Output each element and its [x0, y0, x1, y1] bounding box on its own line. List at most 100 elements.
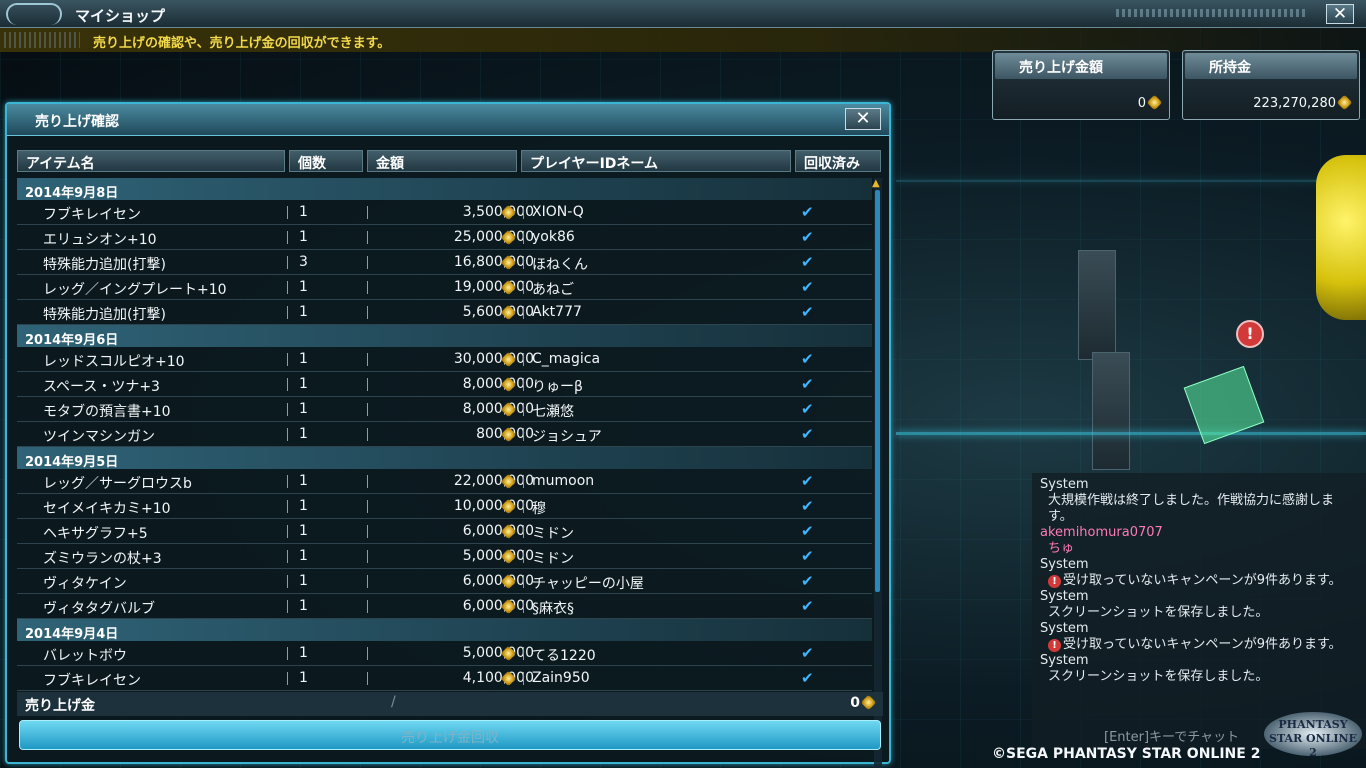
column-separator	[367, 256, 368, 269]
column-separator	[367, 475, 368, 488]
table-row[interactable]: ヴィタタグバルブ 1 6,000,000 §麻衣§ ✔	[17, 594, 872, 619]
item-name: セイメイキカミ+10	[43, 501, 171, 517]
column-separator	[367, 353, 368, 366]
checkmark-icon: ✔	[801, 203, 814, 221]
column-header-item[interactable]: アイテム名	[17, 150, 285, 172]
item-name: レッドスコルピオ+10	[43, 354, 185, 370]
item-qty: 1	[299, 573, 308, 589]
window-title: マイショップ	[75, 7, 166, 25]
sales-confirmation-panel: 売り上げ確認 ✕ アイテム名 個数 金額 プレイヤーIDネーム 回収済み 201…	[5, 102, 891, 768]
chat-message-text: スクリーンショットを保存しました。	[1048, 605, 1269, 620]
info-bar-decoration	[4, 32, 80, 48]
player-id-name: 穆	[532, 501, 546, 517]
background-pillar	[1078, 250, 1116, 360]
table-row[interactable]: フブキレイセン 1 3,500,000 XION-Q ✔	[17, 200, 872, 225]
checkmark-icon: ✔	[801, 597, 814, 615]
table-row[interactable]: エリュシオン+10 1 25,000,000 yok86 ✔	[17, 225, 872, 250]
item-name: 特殊能力追加(打撃)	[43, 257, 166, 273]
item-qty: 1	[299, 204, 308, 220]
table-row[interactable]: 特殊能力追加(打撃) 3 16,800,000 ほねくん ✔	[17, 250, 872, 275]
item-qty: 1	[299, 376, 308, 392]
player-id-name: C_magica	[532, 351, 601, 367]
table-row[interactable]: レッグ／イングプレート+10 1 19,000,000 あねご ✔	[17, 275, 872, 300]
item-qty: 3	[299, 254, 308, 270]
list-scrollbar[interactable]: ▲ ▼	[872, 178, 882, 768]
column-separator	[523, 353, 524, 366]
column-separator	[287, 672, 288, 685]
background-pillar	[1092, 352, 1130, 470]
chat-message: 大規模作戦は終了しました。作戦協力に感謝します。	[1040, 493, 1358, 525]
player-id-name: §麻衣§	[532, 601, 574, 617]
item-name: スペース・ツナ+3	[43, 379, 160, 395]
date-group-header: 2014年9月5日	[17, 447, 872, 470]
checkmark-icon: ✔	[801, 522, 814, 540]
item-name: 特殊能力追加(打撃)	[43, 307, 166, 323]
column-separator	[287, 647, 288, 660]
column-separator	[287, 403, 288, 416]
player-id-name: 七瀬悠	[532, 404, 574, 420]
column-separator	[287, 575, 288, 588]
chat-sender[interactable]: System	[1040, 653, 1358, 669]
column-separator	[287, 428, 288, 441]
chat-sender[interactable]: System	[1040, 621, 1358, 637]
column-header-qty[interactable]: 個数	[289, 150, 363, 172]
copyright-text: ©SEGA PHANTASY STAR ONLINE 2	[992, 746, 1261, 762]
owned-money-value: 223,270,280	[1253, 94, 1353, 111]
column-separator	[523, 647, 524, 660]
owned-money-label: 所持金	[1185, 53, 1357, 79]
table-row[interactable]: ズミウランの杖+3 1 5,000,000 ミドン ✔	[17, 544, 872, 569]
item-qty: 1	[299, 473, 308, 489]
column-separator	[287, 256, 288, 269]
item-name: レッグ／サーグロウスb	[43, 476, 192, 492]
table-row[interactable]: モタブの預言書+10 1 8,000,000 七瀬悠 ✔	[17, 397, 872, 422]
item-name: フブキレイセン	[43, 673, 141, 689]
chat-sender[interactable]: System	[1040, 589, 1358, 605]
checkmark-icon: ✔	[801, 644, 814, 662]
checkmark-icon: ✔	[801, 253, 814, 271]
chat-sender[interactable]: akemihomura0707	[1040, 525, 1358, 541]
table-row[interactable]: ヘキサグラフ+5 1 6,000,000 ミドン ✔	[17, 519, 872, 544]
checkmark-icon: ✔	[801, 497, 814, 515]
column-separator	[287, 550, 288, 563]
collect-sales-button[interactable]: 売り上げ金回収	[19, 720, 881, 750]
chat-message: スクリーンショットを保存しました。	[1040, 669, 1358, 685]
scroll-thumb[interactable]	[875, 190, 880, 592]
item-qty: 1	[299, 548, 308, 564]
table-row[interactable]: セイメイキカミ+10 1 10,000,000 穆 ✔	[17, 494, 872, 519]
column-separator	[523, 500, 524, 513]
column-header-amount[interactable]: 金額	[367, 150, 517, 172]
column-header-collected[interactable]: 回収済み	[795, 150, 881, 172]
table-row[interactable]: レッグ／サーグロウスb 1 22,000,000 mumoon ✔	[17, 469, 872, 494]
table-row[interactable]: フブキレイセン 1 4,100,000 Zain950 ✔	[17, 666, 872, 691]
close-window-button[interactable]: ✕	[1326, 4, 1354, 24]
column-separator	[287, 206, 288, 219]
close-panel-button[interactable]: ✕	[845, 108, 881, 130]
sales-total-row: 売り上げ金 / 0	[17, 692, 883, 716]
checkmark-icon: ✔	[801, 669, 814, 687]
chat-sender[interactable]: System	[1040, 557, 1358, 573]
meseta-coin-icon	[1336, 94, 1353, 111]
column-separator	[367, 647, 368, 660]
column-separator	[523, 281, 524, 294]
chat-sender[interactable]: System	[1040, 477, 1358, 493]
panel-title: 売り上げ確認	[35, 114, 119, 130]
scroll-up-arrow-icon[interactable]: ▲	[872, 178, 880, 189]
chat-log[interactable]: System 大規模作戦は終了しました。作戦協力に感謝します。 akemihomur…	[1032, 473, 1366, 749]
item-qty: 1	[299, 523, 308, 539]
player-id-name: てる1220	[532, 648, 596, 664]
table-row[interactable]: レッドスコルピオ+10 1 30,000,000 C_magica ✔	[17, 347, 872, 372]
checkmark-icon: ✔	[801, 278, 814, 296]
table-row[interactable]: スペース・ツナ+3 1 8,000,000 りゅーβ ✔	[17, 372, 872, 397]
column-header-player[interactable]: プレイヤーIDネーム	[521, 150, 791, 172]
column-separator	[367, 378, 368, 391]
chat-input-hint[interactable]: [Enter]キーでチャット	[1104, 726, 1239, 745]
item-amount: 25,000,000	[453, 229, 534, 245]
game-logo: PHANTASY STAR ONLINE 2	[1264, 712, 1362, 759]
item-qty: 1	[299, 645, 308, 661]
table-row[interactable]: バレットボウ 1 5,000,000 てる1220 ✔	[17, 641, 872, 666]
column-separator	[367, 575, 368, 588]
column-separator	[367, 403, 368, 416]
table-row[interactable]: ヴィタケイン 1 6,000,000 チャッピーの小屋 ✔	[17, 569, 872, 594]
table-row[interactable]: 特殊能力追加(打撃) 1 5,600,000 Akt777 ✔	[17, 300, 872, 325]
table-row[interactable]: ツインマシンガン1800,000ジョシュア✔	[17, 422, 872, 447]
